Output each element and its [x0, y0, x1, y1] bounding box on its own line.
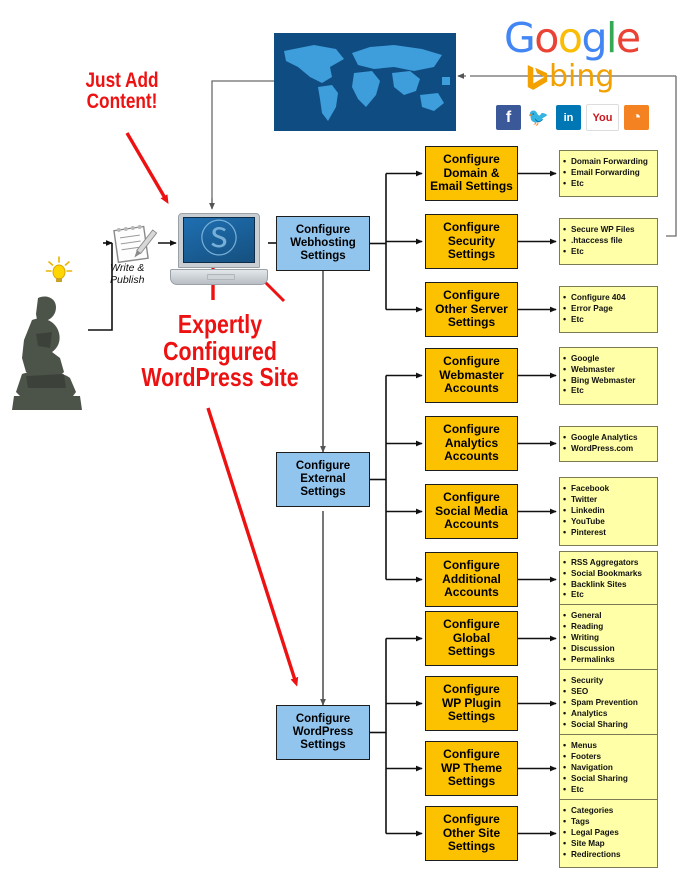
google-letter-1: o	[534, 14, 559, 62]
detail-item: Social Sharing	[563, 773, 628, 785]
detail-item: Redirections	[563, 849, 621, 861]
step-webhosting-0[interactable]: Configure Domain & Email Settings	[425, 146, 518, 201]
detail-item: Categories	[563, 805, 621, 817]
detail-item: Etc	[563, 178, 648, 190]
detail-item: Etc	[563, 589, 642, 601]
detail-item: Error Page	[563, 303, 626, 315]
linkedin-icon[interactable]: in	[556, 105, 581, 130]
detail-item: Twitter	[563, 494, 609, 506]
detail-item: Permalinks	[563, 654, 615, 666]
detail-item: Security	[563, 675, 638, 687]
google-letter-5: e	[615, 14, 641, 62]
step-webhosting-2[interactable]: Configure Other Server Settings	[425, 282, 518, 337]
google-letter-3: g	[581, 14, 607, 62]
world-map-image	[274, 33, 456, 131]
detail-item: General	[563, 610, 615, 622]
details-external-1[interactable]: Google AnalyticsWordPress.com	[559, 425, 658, 462]
detail-item: Etc	[563, 784, 628, 796]
detail-item: Pinterest	[563, 527, 609, 539]
google-letter-2: o	[557, 14, 583, 62]
step-external-3[interactable]: Configure Additional Accounts	[425, 552, 518, 607]
details-external-2[interactable]: FacebookTwitterLinkedinYouTubePinterest	[559, 477, 658, 546]
detail-item: SEO	[563, 686, 638, 698]
bing-logo: bing	[525, 62, 614, 92]
notepad-pencil-icon	[110, 222, 158, 266]
hub-wordpress[interactable]: Configure WordPress Settings	[276, 705, 370, 760]
google-letter-4: l	[606, 14, 617, 62]
detail-item: Google Analytics	[563, 432, 638, 444]
details-external-0[interactable]: GoogleWebmasterBing WebmasterEtc	[559, 346, 658, 405]
detail-item: Discussion	[563, 643, 615, 655]
detail-item: Webmaster	[563, 364, 635, 376]
detail-item: Domain Forwarding	[563, 156, 648, 168]
laptop-icon: Ⓢ	[170, 213, 268, 285]
detail-item: Reading	[563, 621, 615, 633]
step-wordpress-3[interactable]: Configure Other Site Settings	[425, 806, 518, 861]
detail-item: Menus	[563, 740, 628, 752]
step-external-1[interactable]: Configure Analytics Accounts	[425, 416, 518, 471]
detail-item: RSS Aggregators	[563, 557, 642, 569]
facebook-icon[interactable]: f	[496, 105, 521, 130]
google-logo: Google	[504, 18, 641, 59]
social-icon-row: f 🐦 in You ◔	[496, 104, 649, 131]
detail-item: Social Sharing	[563, 719, 638, 731]
details-wordpress-3[interactable]: CategoriesTagsLegal PagesSite MapRedirec…	[559, 799, 658, 868]
detail-item: Email Forwarding	[563, 167, 648, 179]
bing-label: bing	[549, 59, 615, 94]
details-webhosting-1[interactable]: Secure WP Files.htaccess fileEtc	[559, 218, 658, 265]
detail-item: Footers	[563, 751, 628, 763]
detail-item: .htaccess file	[563, 235, 635, 247]
detail-item: Navigation	[563, 762, 628, 774]
annotation-just-add-content: Just Add Content!	[85, 69, 159, 114]
annotation-expertly-configured: Expertly Configured WordPress Site	[141, 309, 299, 393]
details-wordpress-0[interactable]: GeneralReadingWritingDiscussionPermalink…	[559, 604, 658, 673]
detail-item: Secure WP Files	[563, 224, 635, 236]
detail-item: YouTube	[563, 516, 609, 528]
detail-item: Bing Webmaster	[563, 375, 636, 387]
detail-item: Facebook	[563, 483, 609, 495]
details-webhosting-2[interactable]: Configure 404Error PageEtc	[559, 286, 658, 333]
step-external-2[interactable]: Configure Social Media Accounts	[425, 484, 518, 539]
step-wordpress-0[interactable]: Configure Global Settings	[425, 611, 518, 666]
details-external-3[interactable]: RSS AggregatorsSocial BookmarksBacklink …	[559, 550, 658, 609]
step-external-0[interactable]: Configure Webmaster Accounts	[425, 348, 518, 403]
detail-item: Backlink Sites	[563, 579, 642, 591]
google-letter-0: G	[504, 14, 536, 62]
detail-item: Site Map	[563, 838, 621, 850]
hub-external[interactable]: Configure External Settings	[276, 452, 370, 507]
detail-item: Etc	[563, 385, 635, 397]
detail-item: Google	[563, 353, 635, 365]
detail-item: Etc	[563, 314, 626, 326]
detail-item: Tags	[563, 816, 621, 828]
detail-item: Spam Prevention	[563, 697, 638, 709]
details-wordpress-1[interactable]: SecuritySEOSpam PreventionAnalyticsSocia…	[559, 669, 658, 738]
rss-icon[interactable]: ◔	[624, 105, 649, 130]
detail-item: Analytics	[563, 708, 638, 720]
detail-item: Linkedin	[563, 505, 609, 517]
detail-item: Writing	[563, 632, 615, 644]
twitter-icon[interactable]: 🐦	[526, 105, 551, 130]
youtube-icon[interactable]: You	[586, 104, 619, 131]
details-wordpress-2[interactable]: MenusFootersNavigationSocial SharingEtc	[559, 734, 658, 803]
details-webhosting-0[interactable]: Domain ForwardingEmail ForwardingEtc	[559, 150, 658, 197]
detail-item: Configure 404	[563, 292, 626, 304]
step-wordpress-2[interactable]: Configure WP Theme Settings	[425, 741, 518, 796]
detail-item: WordPress.com	[563, 443, 638, 455]
wordpress-logo: Ⓢ	[199, 219, 238, 261]
lightbulb-icon	[44, 255, 74, 285]
step-wordpress-1[interactable]: Configure WP Plugin Settings	[425, 676, 518, 731]
hub-webhosting[interactable]: Configure Webhosting Settings	[276, 216, 370, 271]
detail-item: Social Bookmarks	[563, 568, 642, 580]
step-webhosting-1[interactable]: Configure Security Settings	[425, 214, 518, 269]
detail-item: Etc	[563, 246, 635, 258]
caption-write-publish: Write & Publish	[110, 262, 145, 287]
thinker-statue	[8, 288, 88, 416]
detail-item: Legal Pages	[563, 827, 621, 839]
